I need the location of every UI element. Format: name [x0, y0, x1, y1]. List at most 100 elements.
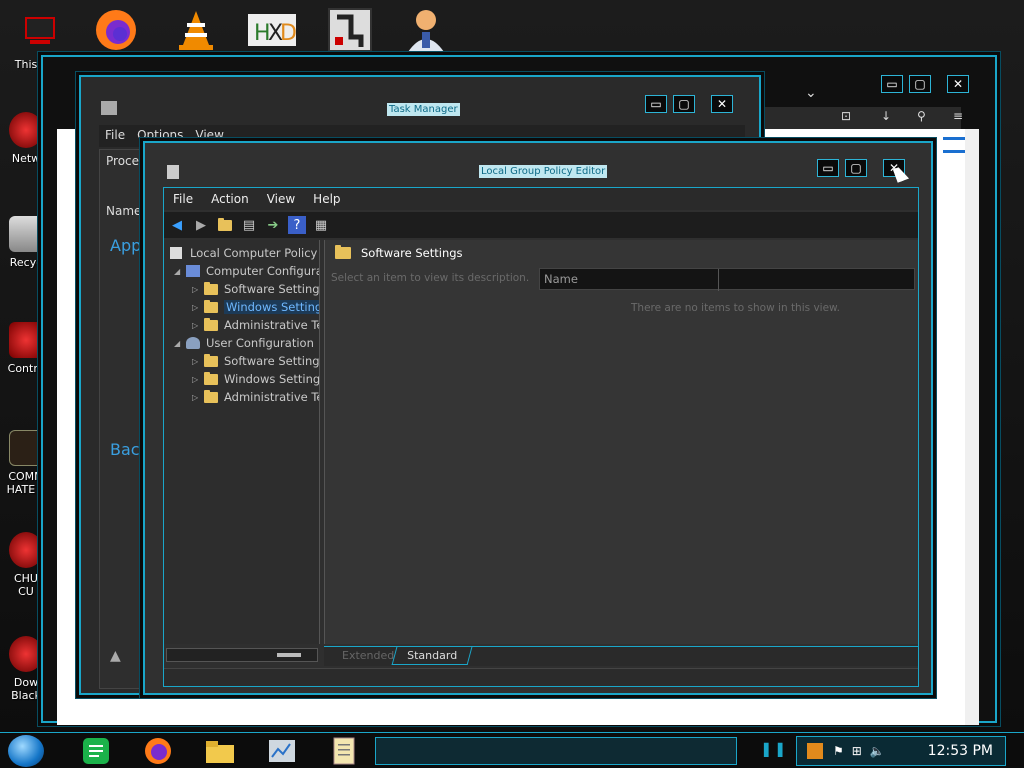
- taskbar-app-sheets[interactable]: [74, 735, 118, 767]
- column-name[interactable]: Name: [544, 272, 578, 286]
- taskbar-app-task-manager[interactable]: [260, 735, 304, 767]
- tray-app-icon[interactable]: [807, 743, 823, 759]
- minimize-button[interactable]: ▭: [817, 159, 839, 177]
- vlc-icon[interactable]: [172, 6, 220, 54]
- expand-arrow-icon[interactable]: ▷: [192, 375, 204, 384]
- tree-item-user-configuration[interactable]: ◢ User Configuration: [174, 334, 314, 352]
- tree-item-label: Software Settings: [224, 282, 320, 296]
- maximize-button[interactable]: ▢: [673, 95, 695, 113]
- column-divider[interactable]: [718, 269, 719, 291]
- pocket-icon[interactable]: ⊡: [841, 109, 851, 123]
- expand-arrow-icon[interactable]: ◢: [174, 267, 186, 276]
- user-icon[interactable]: [402, 6, 450, 54]
- tree-item-label: Computer Configurati: [206, 264, 320, 278]
- taskbar: ▌▐ ⚑ ⊞ 🔈 12:53 PM: [0, 732, 1024, 768]
- menu-file[interactable]: File: [164, 188, 202, 210]
- menu-icon[interactable]: ≡: [953, 109, 963, 123]
- extensions-icon[interactable]: ⚲: [917, 109, 926, 123]
- toolbar: ◀ ▶ ▤ ➔ ? ▦: [164, 212, 918, 238]
- details-header: Software Settings: [335, 245, 463, 260]
- maximize-button[interactable]: ▢: [845, 159, 867, 177]
- show-hide-tree-icon[interactable]: ▤: [240, 216, 258, 234]
- folder-icon: [206, 741, 234, 763]
- section-apps: App: [110, 236, 142, 255]
- gpedit-window: Local Group Policy Editor ▭ ▢ ✕ File Act…: [140, 138, 936, 698]
- computer-icon[interactable]: [16, 6, 64, 54]
- properties-icon[interactable]: ▦: [312, 216, 330, 234]
- desktop: HXD This Netw Recyc Contro COMM HATE T C…: [0, 0, 1024, 732]
- mouse-cursor-icon: [892, 165, 910, 183]
- status-bar: [164, 668, 918, 686]
- expand-arrow-icon[interactable]: ▷: [192, 321, 204, 330]
- tab-standard[interactable]: Standard: [391, 647, 473, 665]
- tab-standard-label: Standard: [407, 649, 458, 662]
- scrollbar[interactable]: [965, 129, 979, 725]
- tree-item-local-computer-policy[interactable]: Local Computer Policy: [170, 244, 317, 262]
- folder-icon: [204, 353, 218, 367]
- forward-icon[interactable]: ▶: [192, 216, 210, 234]
- menu-file[interactable]: File: [99, 125, 131, 147]
- details-title: Software Settings: [361, 246, 463, 260]
- gpedit-client: File Action View Help ◀ ▶ ▤ ➔ ? ▦ Local …: [163, 187, 919, 687]
- app-icon[interactable]: [326, 6, 374, 54]
- menu-help[interactable]: Help: [304, 188, 349, 210]
- expand-arrow-icon[interactable]: ▷: [192, 303, 204, 312]
- folder-icon: [204, 317, 218, 331]
- taskbar-active-strip: [375, 737, 737, 765]
- network-icon[interactable]: ⊞: [852, 744, 862, 758]
- taskbar-app-firefox[interactable]: [136, 735, 180, 767]
- tree-item-administrative-templates[interactable]: ▷ Administrative Ten: [192, 316, 319, 334]
- menu-view[interactable]: View: [258, 188, 304, 210]
- minimize-button[interactable]: ▭: [645, 95, 667, 113]
- tree-item-label: Administrative Ten: [224, 390, 319, 404]
- expand-arrow-icon[interactable]: ▷: [192, 357, 204, 366]
- tree-item-label: Windows Settings: [224, 300, 319, 314]
- maximize-button[interactable]: ▢: [909, 75, 931, 93]
- clock[interactable]: 12:53 PM: [928, 743, 993, 759]
- folder-icon: [335, 245, 351, 259]
- task-manager-icon: [101, 101, 117, 115]
- minimize-button[interactable]: ▭: [881, 75, 903, 93]
- folder-icon: [204, 371, 218, 385]
- back-icon[interactable]: ◀: [168, 216, 186, 234]
- tree-pane: Local Computer Policy ◢ Computer Configu…: [164, 240, 320, 644]
- fewer-details-icon[interactable]: ▲: [110, 648, 121, 664]
- description-hint: Select an item to view its description.: [331, 272, 530, 284]
- window-title: Task Manager: [387, 103, 460, 116]
- tree-item-computer-configuration[interactable]: ◢ Computer Configurati: [174, 262, 320, 280]
- tree-horizontal-scrollbar[interactable]: [166, 648, 318, 662]
- expand-arrow-icon[interactable]: ▷: [192, 393, 204, 402]
- policy-icon: [333, 737, 355, 765]
- download-icon[interactable]: ↓: [881, 109, 891, 123]
- tree-item-user-software-settings[interactable]: ▷ Software Settings: [192, 352, 319, 370]
- up-folder-icon[interactable]: [216, 216, 234, 234]
- expand-arrow-icon[interactable]: ◢: [174, 339, 186, 348]
- close-button[interactable]: ✕: [947, 75, 969, 93]
- column-name[interactable]: Name: [106, 204, 141, 218]
- details-pane: Software Settings Select an item to view…: [324, 240, 918, 644]
- export-list-icon[interactable]: ➔: [264, 216, 282, 234]
- firefox-icon[interactable]: [92, 6, 140, 54]
- menu-action[interactable]: Action: [202, 188, 258, 210]
- user-icon: [186, 337, 200, 349]
- start-button[interactable]: [8, 735, 44, 767]
- chevron-down-icon[interactable]: ⌄: [805, 85, 817, 101]
- tree-item-windows-settings[interactable]: ▷ Windows Settings: [192, 298, 319, 316]
- menu-bar: File Action View Help: [164, 188, 918, 210]
- close-button[interactable]: ✕: [711, 95, 733, 113]
- flag-icon[interactable]: ⚑: [833, 744, 844, 758]
- expand-arrow-icon[interactable]: ▷: [192, 285, 204, 294]
- volume-icon[interactable]: 🔈: [870, 744, 885, 758]
- help-icon[interactable]: ?: [288, 216, 306, 234]
- taskbar-app-gpedit[interactable]: [322, 735, 366, 767]
- show-desktop-icon[interactable]: ▌▐: [764, 743, 782, 757]
- scroll-thumb[interactable]: [277, 653, 301, 657]
- hxd-icon[interactable]: HXD: [248, 6, 296, 54]
- system-tray: ⚑ ⊞ 🔈 12:53 PM: [796, 736, 1006, 766]
- tree-item-label: Administrative Ten: [224, 318, 319, 332]
- tree-item-user-administrative-templates[interactable]: ▷ Administrative Ten: [192, 388, 319, 406]
- tree-item-user-windows-settings[interactable]: ▷ Windows Settings: [192, 370, 319, 388]
- folder-icon: [204, 281, 218, 295]
- taskbar-app-explorer[interactable]: [198, 735, 242, 767]
- tree-item-software-settings[interactable]: ▷ Software Settings: [192, 280, 320, 298]
